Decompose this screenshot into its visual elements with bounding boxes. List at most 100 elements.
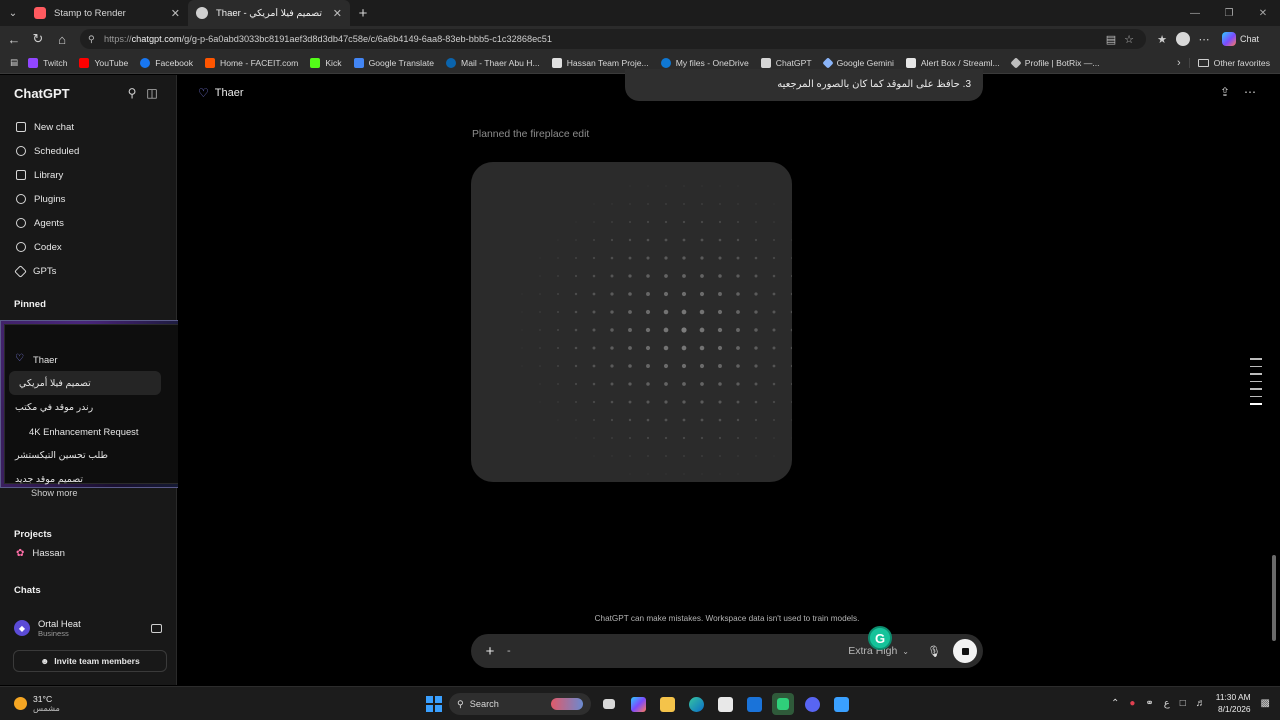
loading-dot <box>664 238 668 242</box>
chevron-down-icon: ⌄ <box>902 646 909 656</box>
account-menu[interactable]: ◆ Ortal Heat Business <box>0 613 176 643</box>
sidebar-item-library[interactable]: Library <box>8 163 168 187</box>
minimize-icon[interactable]: — <box>1178 0 1212 26</box>
bookmark[interactable]: Kick <box>304 52 347 74</box>
pinned-heading: Pinned <box>14 298 46 310</box>
thinking-status[interactable]: Planned the fireplace edit <box>472 129 589 140</box>
loading-dot <box>665 185 667 187</box>
project-item[interactable]: ✿ Hassan <box>8 541 168 565</box>
loading-dot <box>682 238 686 242</box>
app-icon[interactable] <box>830 693 852 715</box>
tab-actions-icon[interactable]: ⌄ <box>0 0 26 26</box>
bookmark[interactable]: Facebook <box>134 52 199 74</box>
conversation-outline[interactable] <box>1250 358 1262 405</box>
loading-dot <box>592 292 596 296</box>
edge-icon[interactable] <box>685 693 707 715</box>
more-icon[interactable]: ⋯ <box>1194 33 1214 46</box>
loading-dot <box>718 418 722 422</box>
chatgpt-app-icon[interactable] <box>772 693 794 715</box>
new-tab-button[interactable]: + <box>350 0 376 26</box>
bookmark[interactable]: Twitch <box>22 52 73 74</box>
back-icon[interactable]: ← <box>2 27 26 51</box>
chevron-up-icon[interactable]: ⌃ <box>1111 698 1119 709</box>
search-icon[interactable]: ⚲ <box>122 86 142 100</box>
url-field[interactable]: ⚲ https://chatgpt.com/g/g-p-6a0abd3033bc… <box>80 29 1146 49</box>
loading-dot <box>772 274 776 278</box>
outlook-icon[interactable] <box>743 693 765 715</box>
close-icon[interactable]: ✕ <box>171 7 180 20</box>
sidebar-item-gpts[interactable]: GPTs <box>8 259 168 283</box>
chevron-right-icon[interactable]: › <box>1169 57 1189 69</box>
scrollbar[interactable] <box>1272 555 1276 641</box>
sidebar-item-new-chat[interactable]: New chat <box>8 115 168 139</box>
start-button[interactable] <box>426 696 442 712</box>
star-icon[interactable]: ☆ <box>1120 33 1138 46</box>
microphone-tray-icon[interactable]: ⚭ <box>1145 698 1153 709</box>
bookmarks-menu-icon[interactable]: ▤ <box>6 52 22 74</box>
language-indicator[interactable]: ع <box>1164 698 1170 709</box>
sidebar-item-codex[interactable]: Codex <box>8 235 168 259</box>
clock[interactable]: 11:30 AM 8/1/2026 <box>1216 691 1251 715</box>
loading-dot <box>755 221 757 223</box>
bookmark[interactable]: Home - FACEIT.com <box>199 52 304 74</box>
tray-app-icon[interactable]: ● <box>1129 698 1135 709</box>
copilot-app-icon[interactable] <box>627 693 649 715</box>
favorites-icon[interactable]: ★ <box>1152 33 1172 46</box>
discord-icon[interactable] <box>801 693 823 715</box>
profile-avatar[interactable] <box>1176 32 1190 46</box>
workspace-icon[interactable] <box>151 623 162 633</box>
heart-icon: ♡ <box>15 353 24 364</box>
notification-icon[interactable]: ▩ <box>1261 698 1270 709</box>
browser-tab-active[interactable]: Thaer - تصميم فيلا أمريكي ✕ <box>188 0 350 26</box>
stop-button[interactable] <box>953 639 977 663</box>
loading-dot <box>628 220 632 224</box>
prompt-input[interactable]: - <box>507 645 848 657</box>
loading-dot <box>628 400 632 404</box>
task-view-icon[interactable] <box>598 693 620 715</box>
sidebar-item-agents[interactable]: Agents <box>8 211 168 235</box>
volume-icon[interactable]: ♬ <box>1196 698 1206 709</box>
image-generation-placeholder <box>471 162 792 482</box>
refresh-icon[interactable]: ↻ <box>26 27 50 51</box>
weather-widget[interactable]: 31°C مشمس <box>0 694 200 714</box>
loading-dot <box>592 364 596 368</box>
composer[interactable]: + - Extra High ⌄ 🎙︎ <box>471 634 983 668</box>
reader-icon[interactable]: ▤ <box>1102 33 1120 46</box>
loading-dot <box>610 292 614 296</box>
network-icon[interactable]: □ <box>1180 698 1186 709</box>
bookmark[interactable]: Mail - Thaer Abu H... <box>440 52 546 74</box>
copilot-chat-button[interactable]: Chat <box>1222 32 1259 46</box>
loading-dot <box>773 455 775 457</box>
invite-team-button[interactable]: ☻ Invite team members <box>13 650 167 672</box>
share-icon[interactable]: ⇪ <box>1220 85 1230 99</box>
loading-dot <box>682 274 686 278</box>
home-icon[interactable]: ⌂ <box>50 27 74 51</box>
browser-tab[interactable]: Stamp to Render ✕ <box>26 0 188 26</box>
loading-dot <box>683 455 685 457</box>
sidebar-toggle-icon[interactable]: ◫ <box>142 86 162 100</box>
loading-dot <box>610 328 614 332</box>
add-attachment-button[interactable]: + <box>481 642 499 660</box>
grammarly-icon[interactable]: G <box>868 626 892 650</box>
pinned-chat-item[interactable]: تصميم فيلا أمريكي <box>9 371 161 395</box>
restore-icon[interactable]: ❐ <box>1212 0 1246 26</box>
close-window-icon[interactable]: ✕ <box>1246 0 1280 26</box>
bookmark[interactable]: Profile | BotRix —... <box>1006 52 1106 74</box>
store-icon[interactable] <box>714 693 736 715</box>
more-options-icon[interactable]: ⋯ <box>1244 85 1256 99</box>
taskbar-search[interactable]: ⚲ Search <box>449 693 591 715</box>
bookmark[interactable]: YouTube <box>73 52 134 74</box>
loading-dot <box>665 455 667 457</box>
loading-dot <box>539 293 541 295</box>
loading-dot <box>628 328 632 332</box>
bookmark[interactable]: Google Translate <box>348 52 440 74</box>
close-icon[interactable]: ✕ <box>333 7 342 20</box>
sidebar-item-scheduled[interactable]: Scheduled <box>8 139 168 163</box>
other-favorites[interactable]: Other favorites <box>1188 57 1280 68</box>
gpt-selector[interactable]: ♡ Thaer <box>198 86 244 100</box>
loading-dot <box>681 363 687 369</box>
microphone-icon[interactable]: 🎙︎ <box>925 642 943 660</box>
sidebar-item-plugins[interactable]: Plugins <box>8 187 168 211</box>
brand-title[interactable]: ChatGPT <box>14 86 122 101</box>
file-explorer-icon[interactable] <box>656 693 678 715</box>
